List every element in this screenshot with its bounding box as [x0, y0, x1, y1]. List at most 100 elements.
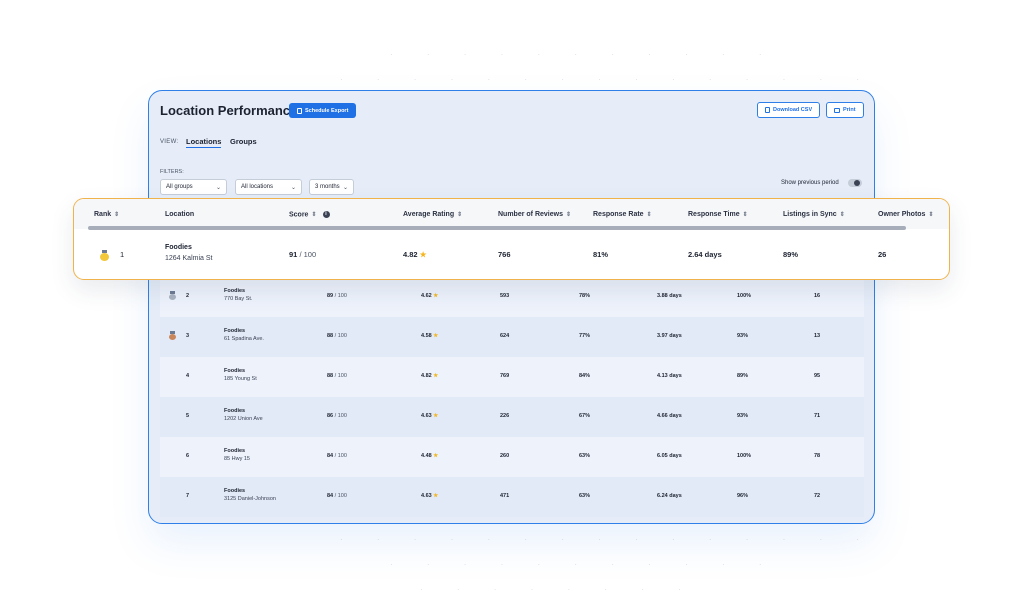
score-value: 86 / 100 — [327, 413, 347, 419]
reviews-value: 593 — [500, 293, 510, 299]
response-rate-value: 63% — [579, 493, 591, 499]
table-row[interactable]: 4 Foodies 185 Young St 88 / 100 4.82 ★ 769 84%… — [160, 357, 864, 397]
sort-icon[interactable]: ⇕ — [311, 212, 316, 218]
rank-value: 6 — [186, 453, 190, 459]
location-name: Foodies — [224, 288, 246, 294]
sort-icon[interactable]: ⇕ — [840, 212, 845, 218]
column-header-number-of-reviews[interactable]: Number of Reviews ⇕ — [498, 211, 571, 218]
printer-icon — [834, 107, 840, 113]
download-csv-button[interactable]: Download CSV — [757, 102, 821, 118]
location-address: 770 Bay St. — [224, 296, 253, 302]
print-button[interactable]: Print — [826, 102, 864, 118]
reviews-value: 471 — [500, 493, 510, 499]
rank-value: 7 — [186, 493, 190, 499]
rating-value: 4.62 ★ — [421, 293, 439, 299]
background-dots: · · · · · · · · — [420, 585, 697, 594]
show-previous-period-toggle[interactable] — [848, 179, 862, 187]
rating-value: 4.63 ★ — [421, 493, 439, 499]
response-time-value: 3.97 days — [657, 333, 682, 339]
location-name: Foodies — [224, 448, 246, 454]
owner-photos-value: 26 — [878, 250, 887, 259]
location-address: 185 Young St — [224, 376, 257, 382]
location-address: 85 Hwy 15 — [224, 456, 250, 462]
owner-photos-value: 16 — [814, 293, 821, 299]
owner-photos-value: 78 — [814, 453, 821, 459]
location-name: Foodies — [224, 408, 246, 414]
table-row[interactable]: 5 Foodies 1202 Union Ave 86 / 100 4.63 ★ 226 6… — [160, 397, 864, 437]
rating-value: 4.58 ★ — [421, 333, 439, 339]
table-header: Rank ⇕ Location Score ⇕ i Average Rating ⇕ N… — [74, 199, 949, 229]
rank-value: 1 — [120, 250, 125, 259]
schedule-export-label: Schedule Export — [305, 107, 349, 114]
schedule-export-button[interactable]: Schedule Export — [289, 103, 357, 118]
page-title: Location Performance — [160, 103, 298, 118]
reviews-value: 226 — [500, 413, 510, 419]
score-value: 89 / 100 — [327, 293, 347, 299]
response-time-value: 6.24 days — [657, 493, 682, 499]
horizontal-scrollbar[interactable] — [88, 226, 906, 230]
location-performance-panel: Location Performance Schedule Export Dow… — [148, 90, 875, 524]
star-icon: ★ — [433, 373, 439, 379]
location-name: Foodies — [165, 244, 192, 251]
location-address: 1202 Union Ave — [224, 416, 263, 422]
column-header-response-time[interactable]: Response Time ⇕ — [688, 211, 748, 218]
response-rate-value: 81% — [593, 250, 609, 259]
sort-icon[interactable]: ⇕ — [566, 212, 571, 218]
column-header-rank[interactable]: Rank ⇕ — [94, 211, 119, 218]
period-filter-select[interactable]: 3 months ⌄ — [309, 179, 354, 195]
background-dots: · · · · · · · · · · · — [390, 560, 778, 569]
location-name: Foodies — [224, 488, 246, 494]
owner-photos-value: 95 — [814, 373, 821, 379]
column-header-owner-photos[interactable]: Owner Photos ⇕ — [878, 211, 933, 218]
score-value: 88 / 100 — [327, 333, 347, 339]
location-name: Foodies — [224, 328, 246, 334]
tab-locations[interactable]: Locations — [186, 137, 222, 148]
star-icon: ★ — [433, 493, 439, 499]
download-csv-label: Download CSV — [773, 107, 813, 113]
bronze-medal-icon — [169, 331, 176, 340]
star-icon: ★ — [433, 293, 439, 299]
tab-groups[interactable]: Groups — [230, 137, 257, 146]
rank-value: 5 — [186, 413, 190, 419]
listings-in-sync-value: 100% — [737, 453, 752, 459]
column-header-average-rating[interactable]: Average Rating ⇕ — [403, 211, 462, 218]
chevron-down-icon: ⌄ — [215, 184, 221, 191]
sort-icon[interactable]: ⇕ — [743, 212, 748, 218]
sort-icon[interactable]: ⇕ — [114, 212, 119, 218]
table-row[interactable]: 3 Foodies 61 Spadina Ave. 88 / 100 4.58 ★ 624… — [160, 317, 864, 357]
star-icon: ★ — [433, 453, 439, 459]
group-filter-value: All groups — [166, 184, 193, 190]
owner-photos-value: 72 — [814, 493, 821, 499]
score-value: 88 / 100 — [327, 373, 347, 379]
owner-photos-value: 71 — [814, 413, 821, 419]
rank-value: 4 — [186, 373, 190, 379]
table-row[interactable]: 7 Foodies 3125 Daniel-Johnson 84 / 100 4.63 … — [160, 477, 864, 517]
sort-icon[interactable]: ⇕ — [647, 212, 652, 218]
background-dots: · · · · · · · · · · · · · · · — [340, 75, 876, 84]
reviews-value: 766 — [498, 250, 511, 259]
rank-value: 2 — [186, 293, 190, 299]
info-icon[interactable]: i — [322, 211, 330, 218]
score-value: 84 / 100 — [327, 453, 347, 459]
star-icon: ★ — [419, 250, 427, 259]
sort-icon[interactable]: ⇕ — [457, 212, 462, 218]
location-filter-select[interactable]: All locations ⌄ — [235, 179, 302, 195]
column-header-score[interactable]: Score ⇕ i — [289, 211, 330, 218]
table-row[interactable]: 6 Foodies 85 Hwy 15 84 / 100 4.48 ★ 260 63% 6.0… — [160, 437, 864, 477]
sort-icon[interactable]: ⇕ — [928, 212, 933, 218]
table-row-top[interactable]: 1 Foodies 1264 Kalmia St 91 / 100 4.82 ★… — [74, 233, 949, 279]
response-rate-value: 78% — [579, 293, 591, 299]
column-header-listings-in-sync[interactable]: Listings in Sync ⇕ — [783, 211, 845, 218]
score-value: 91 / 100 — [289, 250, 317, 259]
rating-value: 4.82 ★ — [403, 250, 427, 259]
listings-in-sync-value: 93% — [737, 333, 749, 339]
chevron-down-icon: ⌄ — [342, 184, 348, 191]
listings-in-sync-value: 96% — [737, 493, 749, 499]
show-previous-period-label: Show previous period — [781, 180, 839, 186]
column-header-response-rate[interactable]: Response Rate ⇕ — [593, 211, 652, 218]
response-time-value: 4.13 days — [657, 373, 682, 379]
response-rate-value: 67% — [579, 413, 591, 419]
star-icon: ★ — [433, 413, 439, 419]
table-row[interactable]: 2 Foodies 770 Bay St. 89 / 100 4.62 ★ 593 78% 3… — [160, 277, 864, 317]
group-filter-select[interactable]: All groups ⌄ — [160, 179, 227, 195]
